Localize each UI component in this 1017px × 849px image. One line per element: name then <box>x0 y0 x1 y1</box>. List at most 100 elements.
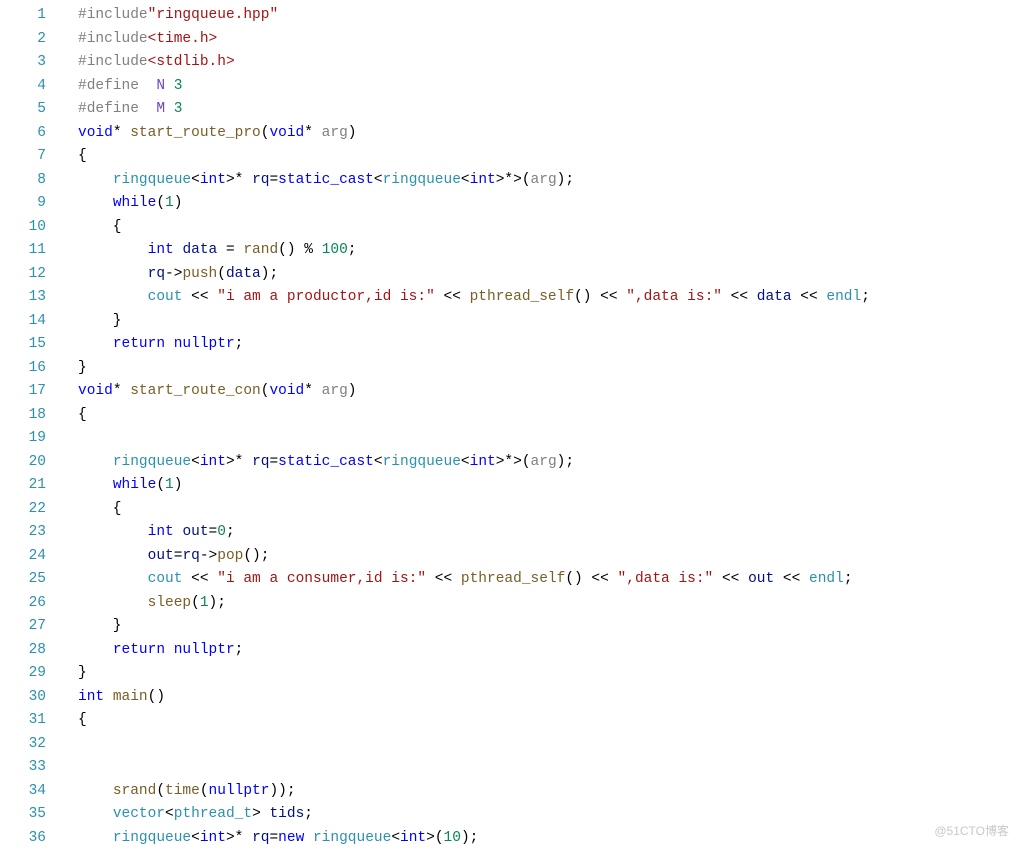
token-fn: start_route_con <box>130 383 261 399</box>
code-line[interactable]: while(1) <box>78 192 1017 216</box>
code-line[interactable]: } <box>78 310 1017 334</box>
token-kw: static_cast <box>278 172 374 188</box>
line-number: 23 <box>0 521 58 545</box>
token-type: ringqueue <box>113 454 191 470</box>
code-line[interactable]: return nullptr; <box>78 333 1017 357</box>
token-text <box>78 195 113 211</box>
token-text: << <box>774 571 809 587</box>
token-num: 1 <box>165 195 174 211</box>
token-pp: #include <box>78 7 148 23</box>
line-number: 16 <box>0 357 58 381</box>
token-type: ringqueue <box>383 172 461 188</box>
token-dark: rq <box>148 266 165 282</box>
code-line[interactable]: #include"ringqueue.hpp" <box>78 4 1017 28</box>
line-number: 18 <box>0 404 58 428</box>
code-line[interactable] <box>78 756 1017 780</box>
code-area[interactable]: #include"ringqueue.hpp"#include<time.h>#… <box>78 4 1017 849</box>
token-dark: rq <box>182 548 199 564</box>
token-str: "i am a productor,id is:" <box>217 289 435 305</box>
token-kw: while <box>113 477 157 493</box>
code-line[interactable]: void* start_route_pro(void* arg) <box>78 122 1017 146</box>
token-mac: M <box>156 101 165 117</box>
token-par: arg <box>322 383 348 399</box>
code-line[interactable]: int main() <box>78 686 1017 710</box>
token-pp: #define <box>78 101 139 117</box>
token-text <box>78 336 113 352</box>
code-line[interactable]: #include<stdlib.h> <box>78 51 1017 75</box>
code-line[interactable]: { <box>78 145 1017 169</box>
token-fn: srand <box>113 783 157 799</box>
token-num: 3 <box>174 78 183 94</box>
token-text: { <box>78 219 122 235</box>
code-line[interactable]: return nullptr; <box>78 639 1017 663</box>
token-type: endl <box>826 289 861 305</box>
token-text: >( <box>426 830 443 846</box>
code-line[interactable]: vector<pthread_t> tids; <box>78 803 1017 827</box>
token-kw: static_cast <box>278 454 374 470</box>
code-line[interactable]: void* start_route_con(void* arg) <box>78 380 1017 404</box>
token-fn: time <box>165 783 200 799</box>
token-kw: int <box>200 172 226 188</box>
token-text: { <box>78 148 87 164</box>
code-line[interactable] <box>78 733 1017 757</box>
token-text <box>78 172 113 188</box>
token-text <box>78 830 113 846</box>
token-text: ; <box>235 642 244 658</box>
code-line[interactable]: ringqueue<int>* rq=new ringqueue<int>(10… <box>78 827 1017 849</box>
token-dark: out <box>748 571 774 587</box>
code-line[interactable]: int out=0; <box>78 521 1017 545</box>
token-kw: int <box>148 242 174 258</box>
code-line[interactable] <box>78 427 1017 451</box>
token-str: ",data is:" <box>618 571 714 587</box>
code-line[interactable]: ringqueue<int>* rq=static_cast<ringqueue… <box>78 451 1017 475</box>
code-line[interactable]: ringqueue<int>* rq=static_cast<ringqueue… <box>78 169 1017 193</box>
line-number: 36 <box>0 827 58 849</box>
code-line[interactable]: } <box>78 662 1017 686</box>
code-line[interactable]: out=rq->pop(); <box>78 545 1017 569</box>
line-number: 28 <box>0 639 58 663</box>
code-line[interactable]: cout << "i am a consumer,id is:" << pthr… <box>78 568 1017 592</box>
code-line[interactable]: } <box>78 615 1017 639</box>
token-text <box>78 642 113 658</box>
token-text <box>78 477 113 493</box>
code-line[interactable]: #define N 3 <box>78 75 1017 99</box>
code-line[interactable]: { <box>78 709 1017 733</box>
token-num: 100 <box>322 242 348 258</box>
code-line[interactable]: { <box>78 498 1017 522</box>
token-text: * <box>304 383 321 399</box>
code-line[interactable]: int data = rand() % 100; <box>78 239 1017 263</box>
token-text: < <box>461 454 470 470</box>
code-line[interactable]: #define M 3 <box>78 98 1017 122</box>
token-str: "i am a consumer,id is:" <box>217 571 426 587</box>
code-line[interactable]: { <box>78 404 1017 428</box>
token-str: ",data is:" <box>626 289 722 305</box>
token-kw: void <box>269 125 304 141</box>
code-line[interactable]: srand(time(nullptr)); <box>78 780 1017 804</box>
token-text: ); <box>209 595 226 611</box>
code-editor[interactable]: 1234567891011121314151617181920212223242… <box>0 0 1017 849</box>
line-number: 15 <box>0 333 58 357</box>
token-kw: int <box>470 454 496 470</box>
code-line[interactable]: cout << "i am a productor,id is:" << pth… <box>78 286 1017 310</box>
token-text: ); <box>261 266 278 282</box>
code-line[interactable]: while(1) <box>78 474 1017 498</box>
token-text: { <box>78 712 87 728</box>
line-number: 17 <box>0 380 58 404</box>
token-pp: #include <box>78 54 148 70</box>
code-line[interactable]: } <box>78 357 1017 381</box>
token-text: >*>( <box>496 172 531 188</box>
token-text: ; <box>861 289 870 305</box>
code-line[interactable]: rq->push(data); <box>78 263 1017 287</box>
code-line[interactable]: #include<time.h> <box>78 28 1017 52</box>
token-kw: return <box>113 642 165 658</box>
line-number: 8 <box>0 169 58 193</box>
token-text: = <box>269 172 278 188</box>
token-num: 3 <box>174 101 183 117</box>
watermark-label: @51CTO博客 <box>934 820 1009 844</box>
token-text: >* <box>226 454 252 470</box>
line-number: 29 <box>0 662 58 686</box>
code-line[interactable]: sleep(1); <box>78 592 1017 616</box>
token-text <box>165 642 174 658</box>
token-text: -> <box>200 548 217 564</box>
code-line[interactable]: { <box>78 216 1017 240</box>
